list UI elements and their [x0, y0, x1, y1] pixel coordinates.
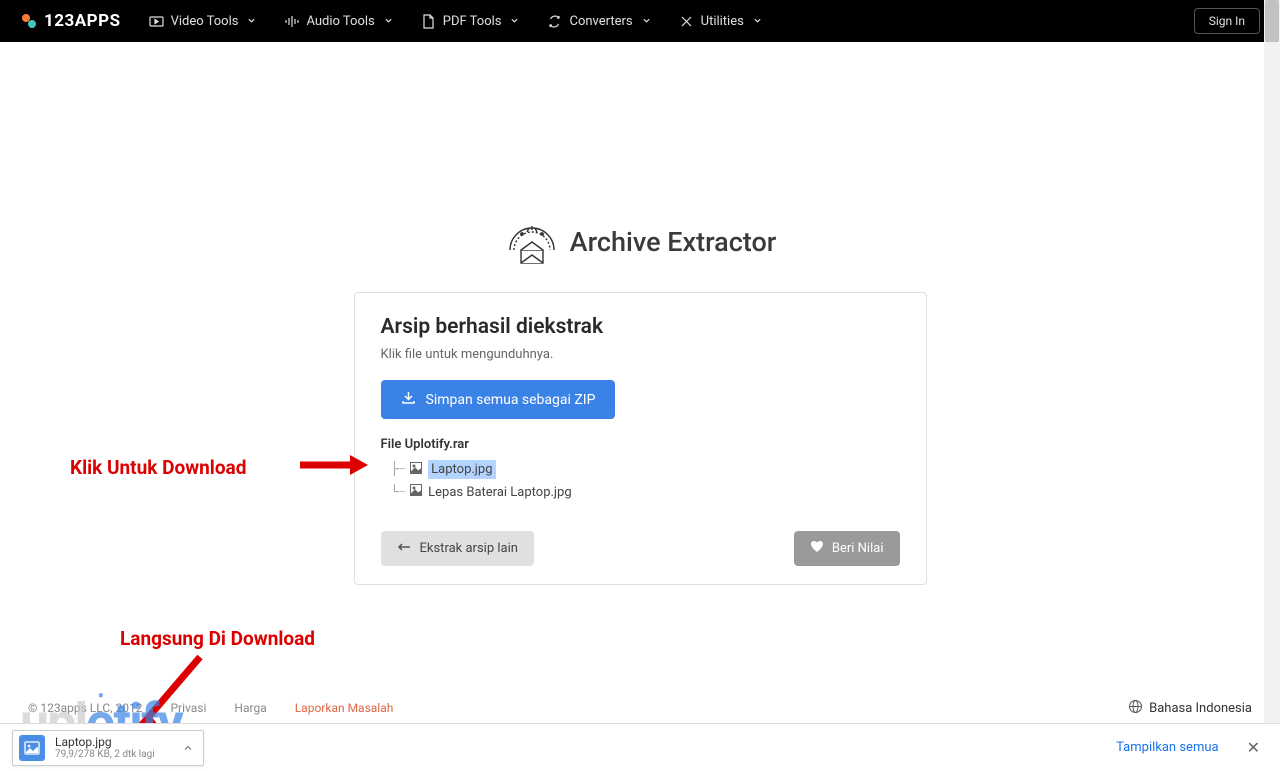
tree-connector: ├┈ — [391, 462, 405, 477]
extract-another-button[interactable]: Ekstrak arsip lain — [381, 531, 534, 566]
logo[interactable]: 123APPS — [20, 11, 121, 31]
button-label: Beri Nilai — [832, 541, 884, 556]
download-file-icon — [19, 735, 45, 761]
tree-connector: └┈ — [391, 485, 405, 500]
archive-extractor-icon — [504, 222, 558, 262]
nav-label: PDF Tools — [443, 14, 502, 29]
utilities-icon — [679, 14, 694, 29]
red-arrow-right-icon — [300, 450, 370, 480]
globe-icon — [1128, 699, 1143, 718]
card-title: Arsip berhasil diekstrak — [381, 315, 900, 339]
annotation-direct-download: Langsung Di Download — [120, 627, 315, 650]
document-icon — [421, 14, 436, 29]
language-label: Bahasa Indonesia — [1149, 701, 1252, 716]
chevron-down-icon — [247, 14, 256, 29]
pricing-link[interactable]: Harga — [234, 701, 266, 715]
download-item[interactable]: Laptop.jpg 79,9/278 KB, 2 dtk lagi — [12, 730, 204, 766]
app-title-section: Archive Extractor — [504, 222, 777, 262]
chevron-down-icon — [510, 14, 519, 29]
heart-icon — [810, 540, 824, 557]
image-file-icon — [409, 461, 423, 479]
button-label: Ekstrak arsip lain — [420, 541, 518, 556]
nav-label: Utilities — [701, 14, 744, 29]
result-card: Arsip berhasil diekstrak Klik file untuk… — [354, 292, 927, 585]
nav-converters[interactable]: Converters — [547, 14, 650, 29]
nav-label: Audio Tools — [306, 14, 374, 29]
download-icon — [401, 390, 416, 409]
refresh-icon — [547, 14, 562, 29]
save-all-zip-button[interactable]: Simpan semua sebagai ZIP — [381, 380, 616, 419]
file-name-label: Lepas Baterai Laptop.jpg — [428, 485, 571, 500]
nav-video-tools[interactable]: Video Tools — [149, 14, 257, 29]
chevron-up-icon[interactable] — [183, 738, 193, 757]
file-tree-item[interactable]: └┈ Lepas Baterai Laptop.jpg — [391, 481, 900, 503]
nav-utilities[interactable]: Utilities — [679, 14, 762, 29]
chevron-down-icon — [642, 14, 651, 29]
show-all-downloads-link[interactable]: Tampilkan semua — [1116, 740, 1218, 755]
chevron-down-icon — [753, 14, 762, 29]
top-header: 123APPS Video Tools Audio Tools PDF Tool… — [0, 0, 1280, 42]
nav-label: Converters — [569, 14, 632, 29]
download-item-text: Laptop.jpg 79,9/278 KB, 2 dtk lagi — [55, 735, 155, 760]
app-title-text: Archive Extractor — [570, 226, 777, 258]
card-footer: Ekstrak arsip lain Beri Nilai — [381, 531, 900, 566]
button-label: Simpan semua sebagai ZIP — [426, 392, 596, 408]
language-selector[interactable]: Bahasa Indonesia — [1128, 699, 1252, 718]
file-tree: ├┈ Laptop.jpg └┈ Lepas Baterai Laptop.jp… — [381, 458, 900, 503]
download-file-name: Laptop.jpg — [55, 735, 155, 749]
download-bar-right: Tampilkan semua ✕ — [1116, 734, 1268, 761]
audio-icon — [284, 14, 299, 29]
annotation-click-download: Klik Untuk Download — [70, 456, 246, 479]
play-icon — [149, 14, 164, 29]
nav-pdf-tools[interactable]: PDF Tools — [421, 14, 520, 29]
scrollbar-track[interactable] — [1264, 0, 1280, 771]
scrollbar-thumb[interactable] — [1265, 0, 1279, 42]
download-bar: Laptop.jpg 79,9/278 KB, 2 dtk lagi Tampi… — [0, 723, 1280, 771]
file-name-label: Laptop.jpg — [428, 460, 495, 479]
nav-audio-tools[interactable]: Audio Tools — [284, 14, 392, 29]
page-footer: © 123apps LLC, 2012 Privasi Harga Lapork… — [0, 693, 1280, 723]
card-subtitle: Klik file untuk mengunduhnya. — [381, 347, 900, 362]
download-status: 79,9/278 KB, 2 dtk lagi — [55, 749, 155, 760]
logo-text: 123APPS — [44, 11, 121, 31]
arrow-left-icon — [397, 541, 411, 556]
chevron-down-icon — [384, 14, 393, 29]
header-left: 123APPS Video Tools Audio Tools PDF Tool… — [20, 11, 762, 31]
main-content: Archive Extractor Arsip berhasil diekstr… — [0, 42, 1280, 585]
sign-in-button[interactable]: Sign In — [1194, 8, 1260, 34]
report-link[interactable]: Laporkan Masalah — [295, 701, 394, 715]
nav-label: Video Tools — [171, 14, 239, 29]
close-download-bar-button[interactable]: ✕ — [1239, 734, 1268, 761]
image-file-icon — [409, 483, 423, 501]
archive-file-name: File Uplotify.rar — [381, 437, 900, 452]
rate-button[interactable]: Beri Nilai — [794, 531, 900, 566]
file-tree-item-selected[interactable]: ├┈ Laptop.jpg — [391, 458, 900, 481]
